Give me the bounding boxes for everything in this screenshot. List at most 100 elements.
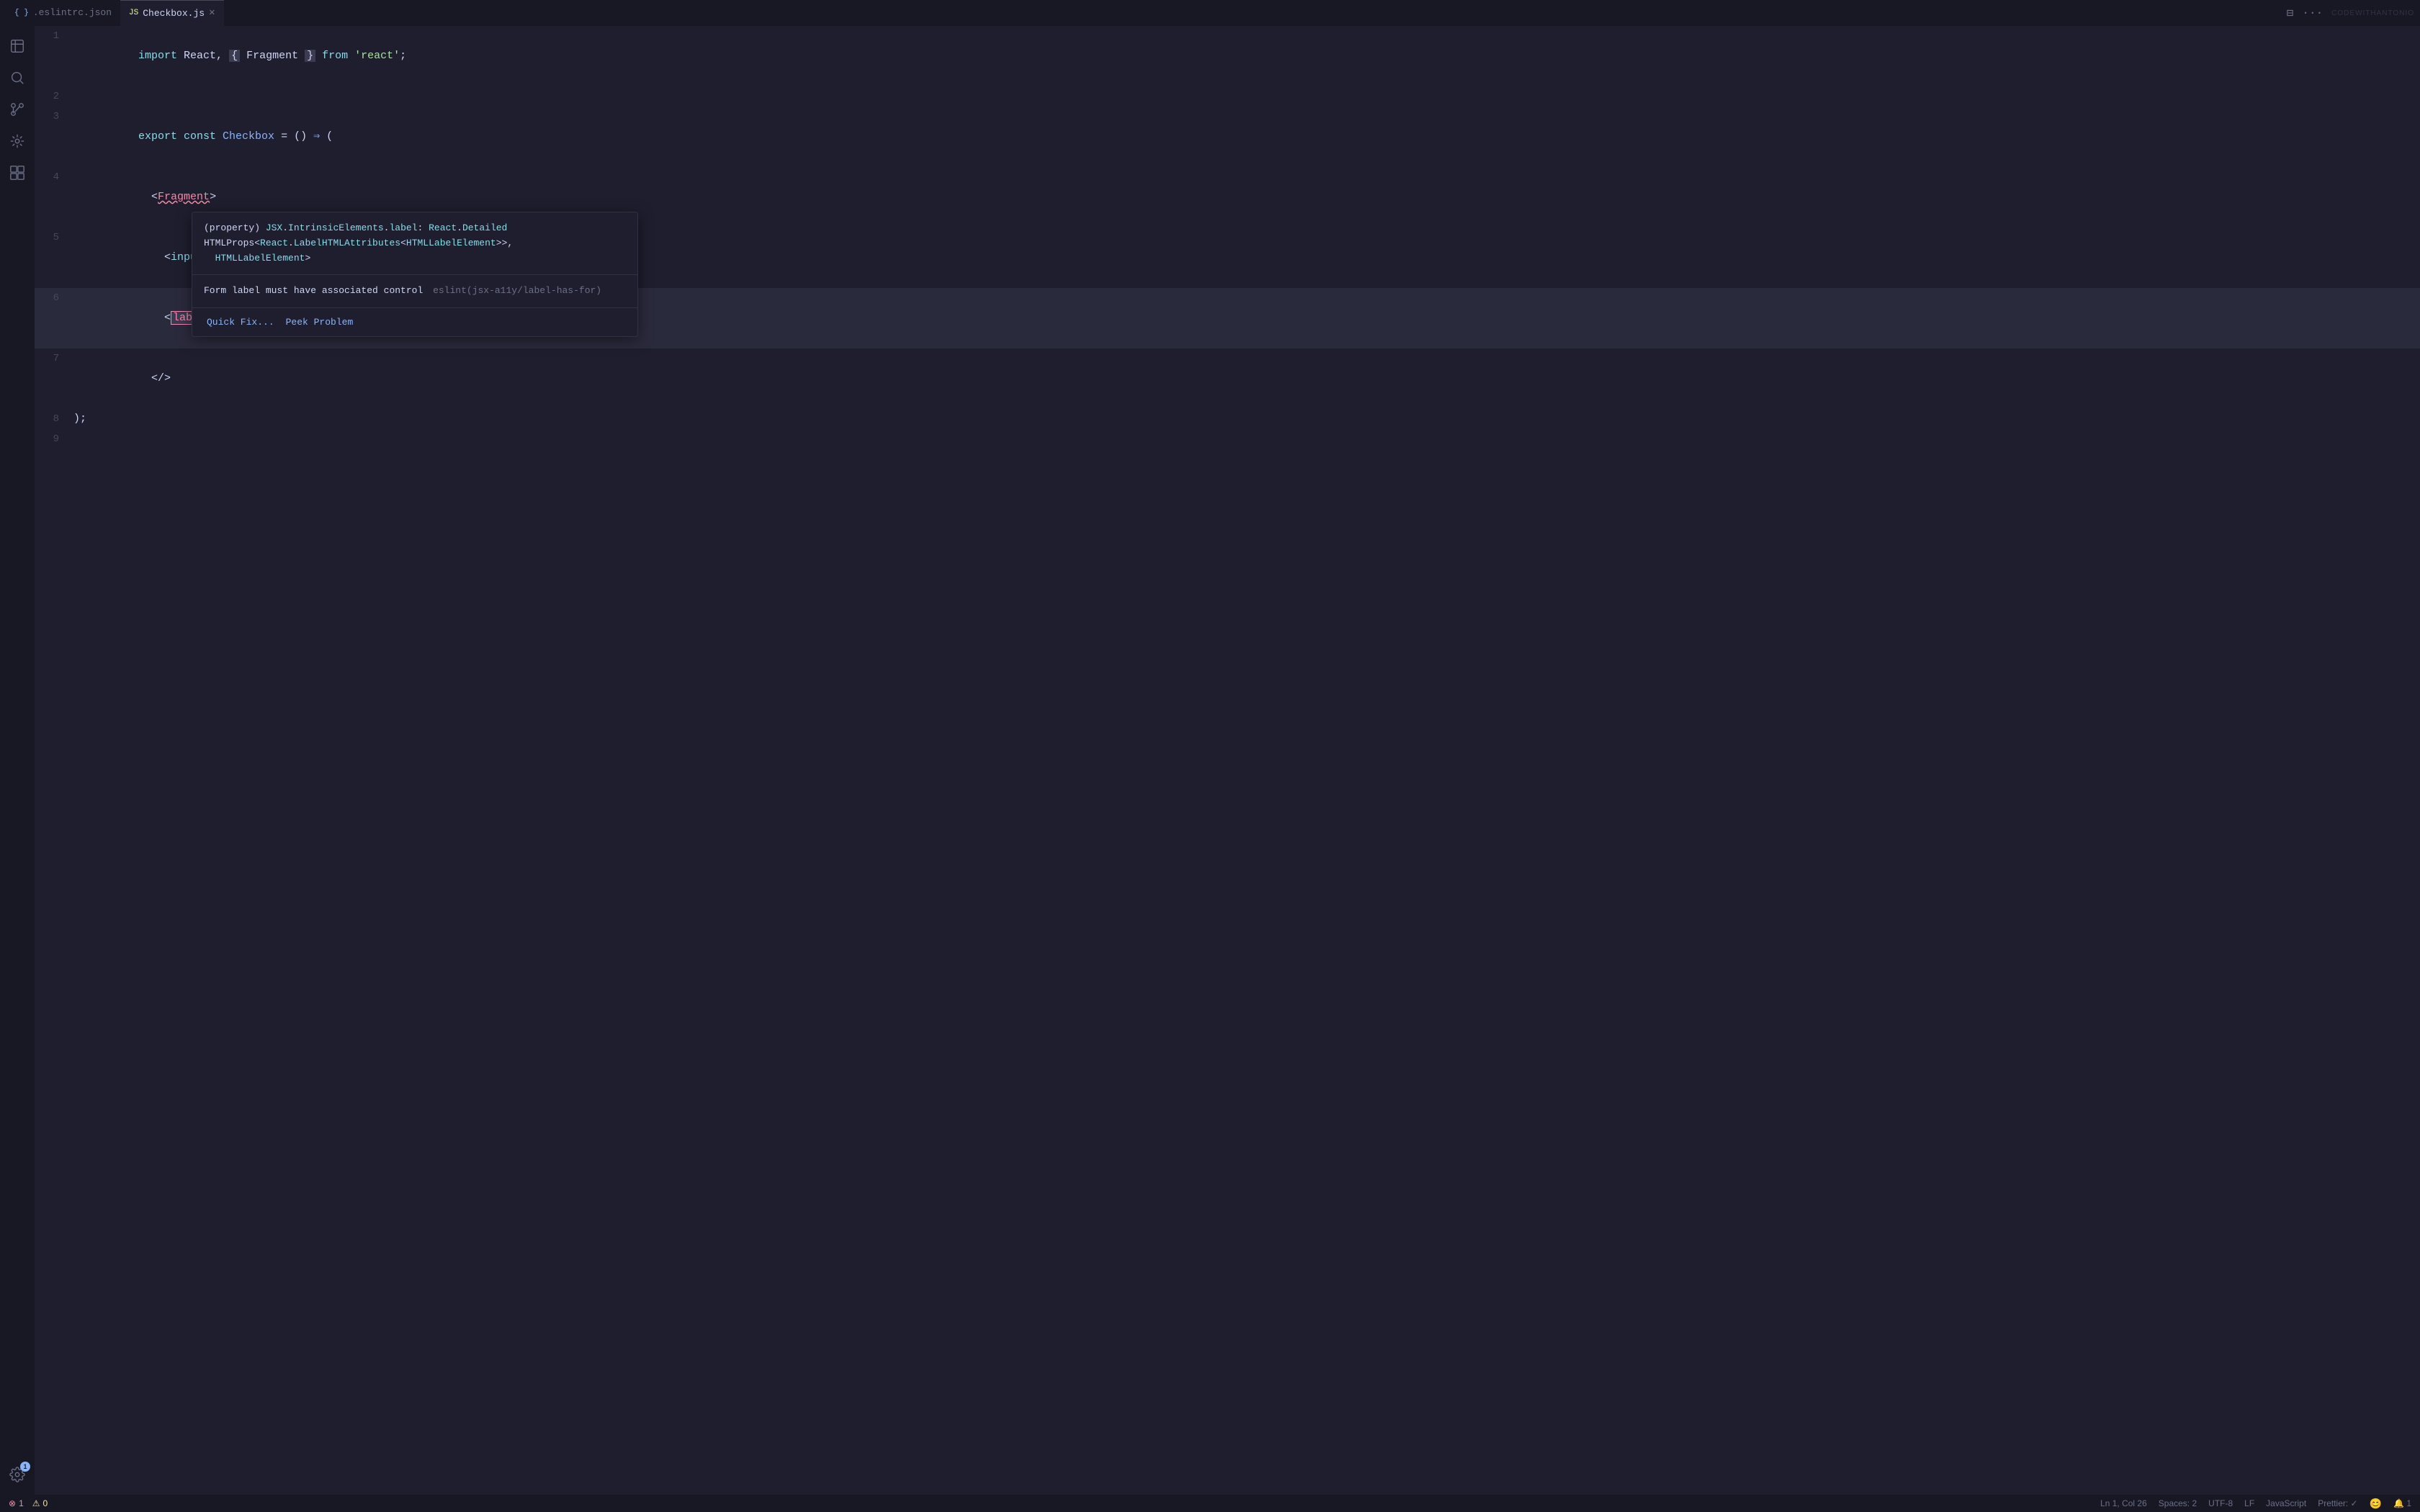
status-spaces[interactable]: Spaces: 2 bbox=[2159, 1498, 2197, 1508]
tooltip-type-line3: HTMLLabelElement> bbox=[204, 253, 310, 264]
kw-export: export bbox=[138, 130, 184, 143]
settings-badge: 1 bbox=[20, 1462, 30, 1472]
vscode-brand: CODEWITHANTONIO bbox=[2331, 9, 2414, 17]
tooltip-detailed: Detailed bbox=[462, 222, 507, 233]
more-actions-icon[interactable]: ··· bbox=[2302, 6, 2323, 19]
main-layout: 1 1 import React, { Fragment } from 'rea… bbox=[0, 26, 2420, 1495]
line-num-8: 8 bbox=[35, 409, 71, 429]
sidebar-item-debug[interactable] bbox=[3, 127, 32, 156]
tag-fragment-open: Fragment bbox=[158, 191, 210, 203]
tooltip-type-property: (property) JSX.IntrinsicElements.label: … bbox=[204, 222, 507, 233]
error-icon: ⊗ bbox=[9, 1498, 16, 1508]
tooltip-react-ns: React bbox=[429, 222, 457, 233]
tooltip-error-code: eslint(jsx-a11y/label-has-for) bbox=[433, 285, 601, 296]
editor-area: 1 import React, { Fragment } from 'react… bbox=[35, 26, 2420, 1495]
tab-checkbox[interactable]: JS Checkbox.js ✕ bbox=[120, 0, 223, 26]
warning-icon: ⚠ bbox=[32, 1498, 40, 1508]
sidebar-item-explorer[interactable] bbox=[3, 32, 32, 60]
code-line-2: 2 bbox=[35, 86, 2420, 107]
sidebar-item-extensions[interactable] bbox=[3, 158, 32, 187]
code-line-7: 7 </> bbox=[35, 348, 2420, 409]
status-notifications[interactable]: 🔔 1 bbox=[2393, 1498, 2411, 1508]
tag-fragment-close: </> bbox=[151, 372, 171, 384]
code-line-9: 9 bbox=[35, 429, 2420, 449]
close-icon[interactable]: ✕ bbox=[209, 8, 215, 18]
tag-bracket-close4: > bbox=[210, 191, 216, 203]
kw-import: import bbox=[138, 50, 184, 62]
punct-eq: = bbox=[274, 130, 294, 143]
tag-bracket-open5: < bbox=[164, 251, 171, 264]
punct-brace-close: } bbox=[305, 50, 315, 62]
status-eol[interactable]: LF bbox=[2244, 1498, 2254, 1508]
tooltip-close-ang: > bbox=[305, 253, 310, 264]
fn-checkbox: Checkbox bbox=[223, 130, 274, 143]
kw-from: from bbox=[322, 50, 348, 62]
status-warnings[interactable]: ⚠ 0 bbox=[32, 1498, 48, 1508]
tooltip-dot3: . bbox=[457, 222, 462, 233]
tab-eslintrc[interactable]: { } .eslintrc.json bbox=[6, 0, 120, 26]
arrow: ⇒ bbox=[313, 130, 320, 143]
punct-paren1: () bbox=[294, 130, 307, 143]
status-ln-col[interactable]: Ln 1, Col 26 bbox=[2100, 1498, 2147, 1508]
tab-eslintrc-label: .eslintrc.json bbox=[33, 7, 112, 18]
status-emoji[interactable]: 😊 bbox=[2370, 1498, 2382, 1510]
line-num-5: 5 bbox=[35, 228, 71, 248]
line-content-9 bbox=[71, 429, 2420, 449]
tooltip-react2: React bbox=[260, 238, 288, 248]
line-num-4: 4 bbox=[35, 167, 71, 187]
tooltip-htmlprops: HTMLProps< bbox=[204, 238, 260, 248]
settings-icon[interactable]: 1 bbox=[3, 1460, 32, 1489]
line-num-9: 9 bbox=[35, 429, 71, 449]
status-errors[interactable]: ⊗ 1 bbox=[9, 1498, 24, 1508]
line-num-2: 2 bbox=[35, 86, 71, 107]
sidebar-item-search[interactable] bbox=[3, 63, 32, 92]
status-formatter[interactable]: Prettier: ✓ bbox=[2318, 1498, 2357, 1508]
punct-comma: , bbox=[216, 50, 229, 62]
tooltip-popup: (property) JSX.IntrinsicElements.label: … bbox=[192, 212, 638, 337]
tooltip-type-section: (property) JSX.IntrinsicElements.label: … bbox=[192, 212, 637, 275]
tab-checkbox-label: Checkbox.js bbox=[143, 8, 205, 19]
punct-paren2: ( bbox=[320, 130, 333, 143]
activity-bar: 1 bbox=[0, 26, 35, 1495]
tag-bracket-open6: < bbox=[164, 312, 171, 324]
line-num-1: 1 bbox=[35, 26, 71, 46]
status-encoding[interactable]: UTF-8 bbox=[2208, 1498, 2233, 1508]
code-line-8: 8 ); bbox=[35, 409, 2420, 429]
tooltip-dot1: . bbox=[282, 222, 288, 233]
status-bar-right: Ln 1, Col 26 Spaces: 2 UTF-8 LF JavaScri… bbox=[2100, 1498, 2411, 1510]
peek-problem-button[interactable]: Peek Problem bbox=[280, 314, 359, 330]
line-num-7: 7 bbox=[35, 348, 71, 369]
tag-bracket-open4: < bbox=[151, 191, 158, 203]
punct-semi1: ; bbox=[400, 50, 406, 62]
line-content-1: import React, { Fragment } from 'react'; bbox=[71, 26, 2420, 86]
str-react: 'react' bbox=[354, 50, 400, 62]
sidebar-item-git[interactable] bbox=[3, 95, 32, 124]
status-bar: ⊗ 1 ⚠ 0 Ln 1, Col 26 Spaces: 2 UTF-8 LF … bbox=[0, 1495, 2420, 1512]
code-editor[interactable]: 1 import React, { Fragment } from 'react… bbox=[35, 26, 2420, 1495]
status-language[interactable]: JavaScript bbox=[2266, 1498, 2306, 1508]
punct-space2 bbox=[348, 50, 354, 62]
warning-count: 0 bbox=[43, 1498, 48, 1508]
status-bar-left: ⊗ 1 ⚠ 0 bbox=[9, 1498, 48, 1508]
tooltip-actions: Quick Fix... Peek Problem bbox=[192, 308, 637, 336]
code-line-1: 1 import React, { Fragment } from 'react… bbox=[35, 26, 2420, 86]
json-icon: { } bbox=[14, 9, 29, 17]
tab-bar: { } .eslintrc.json JS Checkbox.js ✕ ⊟ ··… bbox=[0, 0, 2420, 26]
tooltip-colon: : bbox=[418, 222, 429, 233]
tooltip-dot4: . bbox=[288, 238, 294, 248]
tooltip-ang2: >>, bbox=[496, 238, 513, 248]
line-content-3: export const Checkbox = () ⇒ ( bbox=[71, 107, 2420, 167]
line-content-8: ); bbox=[71, 409, 2420, 429]
tooltip-jsx-type: JSX bbox=[266, 222, 282, 233]
js-icon: JS bbox=[129, 9, 138, 17]
tooltip-type-line2: HTMLProps<React.LabelHTMLAttributes<HTML… bbox=[204, 238, 513, 248]
quick-fix-button[interactable]: Quick Fix... bbox=[201, 314, 280, 330]
punct-brace-open: { bbox=[229, 50, 240, 62]
split-editor-icon[interactable]: ⊟ bbox=[2287, 6, 2294, 20]
tooltip-error-section: Form label must have associated control … bbox=[192, 275, 637, 308]
tooltip-ang1: < bbox=[400, 238, 406, 248]
line-num-6: 6 bbox=[35, 288, 71, 308]
line-content-7: </> bbox=[71, 348, 2420, 409]
line-content-2 bbox=[71, 86, 2420, 107]
tooltip-labelhtml: LabelHTMLAttributes bbox=[294, 238, 400, 248]
